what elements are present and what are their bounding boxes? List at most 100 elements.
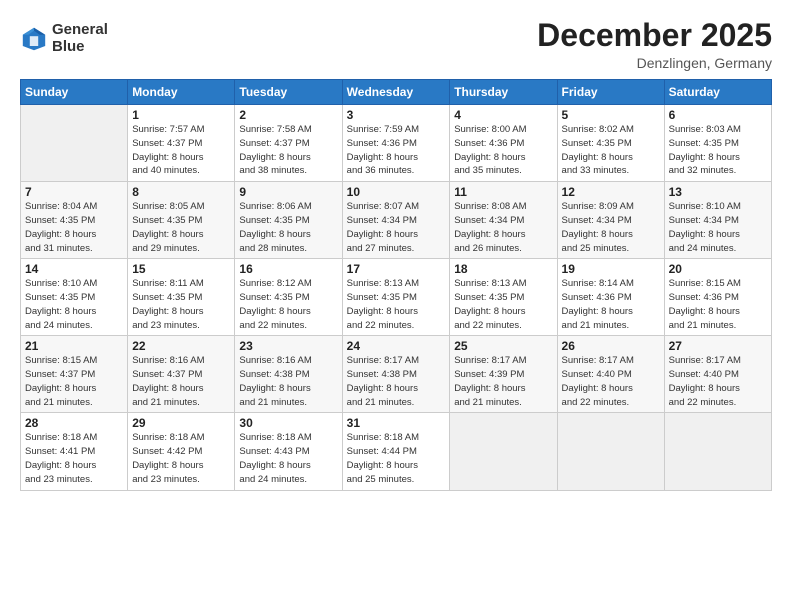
day-number: 22 (132, 339, 230, 353)
day-info: Sunrise: 8:13 AM Sunset: 4:35 PM Dayligh… (454, 277, 552, 332)
day-info: Sunrise: 8:00 AM Sunset: 4:36 PM Dayligh… (454, 123, 552, 178)
logo-line2: Blue (52, 39, 108, 56)
day-info: Sunrise: 8:17 AM Sunset: 4:38 PM Dayligh… (347, 354, 446, 409)
calendar-cell (21, 105, 128, 182)
day-number: 5 (562, 108, 660, 122)
day-info: Sunrise: 8:12 AM Sunset: 4:35 PM Dayligh… (239, 277, 337, 332)
calendar-cell: 18Sunrise: 8:13 AM Sunset: 4:35 PM Dayli… (450, 259, 557, 336)
day-number: 28 (25, 416, 123, 430)
day-info: Sunrise: 8:18 AM Sunset: 4:43 PM Dayligh… (239, 431, 337, 486)
day-info: Sunrise: 8:04 AM Sunset: 4:35 PM Dayligh… (25, 200, 123, 255)
calendar-cell: 4Sunrise: 8:00 AM Sunset: 4:36 PM Daylig… (450, 105, 557, 182)
day-number: 6 (669, 108, 767, 122)
calendar-cell: 31Sunrise: 8:18 AM Sunset: 4:44 PM Dayli… (342, 413, 450, 490)
calendar-cell: 14Sunrise: 8:10 AM Sunset: 4:35 PM Dayli… (21, 259, 128, 336)
title-block: December 2025 Denzlingen, Germany (537, 18, 772, 71)
day-number: 7 (25, 185, 123, 199)
day-number: 16 (239, 262, 337, 276)
calendar-cell: 5Sunrise: 8:02 AM Sunset: 4:35 PM Daylig… (557, 105, 664, 182)
logo-text: General Blue (52, 22, 108, 55)
calendar-cell: 25Sunrise: 8:17 AM Sunset: 4:39 PM Dayli… (450, 336, 557, 413)
calendar-cell: 19Sunrise: 8:14 AM Sunset: 4:36 PM Dayli… (557, 259, 664, 336)
day-info: Sunrise: 8:02 AM Sunset: 4:35 PM Dayligh… (562, 123, 660, 178)
logo: General Blue (20, 22, 108, 55)
calendar-cell: 8Sunrise: 8:05 AM Sunset: 4:35 PM Daylig… (128, 182, 235, 259)
calendar-cell: 24Sunrise: 8:17 AM Sunset: 4:38 PM Dayli… (342, 336, 450, 413)
day-number: 14 (25, 262, 123, 276)
day-number: 27 (669, 339, 767, 353)
day-info: Sunrise: 8:18 AM Sunset: 4:41 PM Dayligh… (25, 431, 123, 486)
day-info: Sunrise: 8:05 AM Sunset: 4:35 PM Dayligh… (132, 200, 230, 255)
day-number: 1 (132, 108, 230, 122)
month-title: December 2025 (537, 18, 772, 53)
calendar-cell: 11Sunrise: 8:08 AM Sunset: 4:34 PM Dayli… (450, 182, 557, 259)
weekday-header: Thursday (450, 80, 557, 105)
day-number: 2 (239, 108, 337, 122)
day-number: 21 (25, 339, 123, 353)
day-info: Sunrise: 8:14 AM Sunset: 4:36 PM Dayligh… (562, 277, 660, 332)
day-number: 20 (669, 262, 767, 276)
calendar-cell: 16Sunrise: 8:12 AM Sunset: 4:35 PM Dayli… (235, 259, 342, 336)
day-number: 11 (454, 185, 552, 199)
day-info: Sunrise: 8:17 AM Sunset: 4:40 PM Dayligh… (669, 354, 767, 409)
weekday-header: Tuesday (235, 80, 342, 105)
calendar-cell: 6Sunrise: 8:03 AM Sunset: 4:35 PM Daylig… (664, 105, 771, 182)
day-info: Sunrise: 8:06 AM Sunset: 4:35 PM Dayligh… (239, 200, 337, 255)
day-number: 30 (239, 416, 337, 430)
weekday-header: Wednesday (342, 80, 450, 105)
day-info: Sunrise: 8:03 AM Sunset: 4:35 PM Dayligh… (669, 123, 767, 178)
calendar-cell (557, 413, 664, 490)
day-number: 23 (239, 339, 337, 353)
day-number: 12 (562, 185, 660, 199)
day-info: Sunrise: 8:17 AM Sunset: 4:39 PM Dayligh… (454, 354, 552, 409)
day-info: Sunrise: 8:13 AM Sunset: 4:35 PM Dayligh… (347, 277, 446, 332)
calendar-cell: 12Sunrise: 8:09 AM Sunset: 4:34 PM Dayli… (557, 182, 664, 259)
day-info: Sunrise: 8:18 AM Sunset: 4:42 PM Dayligh… (132, 431, 230, 486)
day-number: 19 (562, 262, 660, 276)
header: General Blue December 2025 Denzlingen, G… (20, 18, 772, 71)
calendar-cell: 3Sunrise: 7:59 AM Sunset: 4:36 PM Daylig… (342, 105, 450, 182)
calendar-cell: 10Sunrise: 8:07 AM Sunset: 4:34 PM Dayli… (342, 182, 450, 259)
page: General Blue December 2025 Denzlingen, G… (0, 0, 792, 612)
day-number: 15 (132, 262, 230, 276)
weekday-header: Saturday (664, 80, 771, 105)
day-number: 9 (239, 185, 337, 199)
day-number: 3 (347, 108, 446, 122)
calendar-cell: 23Sunrise: 8:16 AM Sunset: 4:38 PM Dayli… (235, 336, 342, 413)
day-info: Sunrise: 7:59 AM Sunset: 4:36 PM Dayligh… (347, 123, 446, 178)
calendar-cell: 9Sunrise: 8:06 AM Sunset: 4:35 PM Daylig… (235, 182, 342, 259)
day-number: 17 (347, 262, 446, 276)
calendar-cell: 27Sunrise: 8:17 AM Sunset: 4:40 PM Dayli… (664, 336, 771, 413)
calendar-cell: 28Sunrise: 8:18 AM Sunset: 4:41 PM Dayli… (21, 413, 128, 490)
weekday-header: Monday (128, 80, 235, 105)
day-info: Sunrise: 8:16 AM Sunset: 4:37 PM Dayligh… (132, 354, 230, 409)
day-number: 31 (347, 416, 446, 430)
day-info: Sunrise: 8:09 AM Sunset: 4:34 PM Dayligh… (562, 200, 660, 255)
day-info: Sunrise: 8:15 AM Sunset: 4:36 PM Dayligh… (669, 277, 767, 332)
calendar-cell: 20Sunrise: 8:15 AM Sunset: 4:36 PM Dayli… (664, 259, 771, 336)
day-info: Sunrise: 7:58 AM Sunset: 4:37 PM Dayligh… (239, 123, 337, 178)
day-number: 25 (454, 339, 552, 353)
day-number: 4 (454, 108, 552, 122)
calendar-cell: 15Sunrise: 8:11 AM Sunset: 4:35 PM Dayli… (128, 259, 235, 336)
day-number: 18 (454, 262, 552, 276)
day-info: Sunrise: 8:10 AM Sunset: 4:34 PM Dayligh… (669, 200, 767, 255)
calendar-cell: 2Sunrise: 7:58 AM Sunset: 4:37 PM Daylig… (235, 105, 342, 182)
calendar-cell (450, 413, 557, 490)
calendar-cell: 22Sunrise: 8:16 AM Sunset: 4:37 PM Dayli… (128, 336, 235, 413)
weekday-header: Sunday (21, 80, 128, 105)
logo-line1: General (52, 22, 108, 39)
calendar-cell (664, 413, 771, 490)
location: Denzlingen, Germany (537, 55, 772, 71)
day-info: Sunrise: 8:18 AM Sunset: 4:44 PM Dayligh… (347, 431, 446, 486)
day-number: 10 (347, 185, 446, 199)
day-number: 8 (132, 185, 230, 199)
calendar-cell: 30Sunrise: 8:18 AM Sunset: 4:43 PM Dayli… (235, 413, 342, 490)
calendar-cell: 1Sunrise: 7:57 AM Sunset: 4:37 PM Daylig… (128, 105, 235, 182)
day-info: Sunrise: 8:11 AM Sunset: 4:35 PM Dayligh… (132, 277, 230, 332)
weekday-header: Friday (557, 80, 664, 105)
calendar-cell: 13Sunrise: 8:10 AM Sunset: 4:34 PM Dayli… (664, 182, 771, 259)
day-info: Sunrise: 8:15 AM Sunset: 4:37 PM Dayligh… (25, 354, 123, 409)
calendar: SundayMondayTuesdayWednesdayThursdayFrid… (20, 79, 772, 490)
calendar-cell: 21Sunrise: 8:15 AM Sunset: 4:37 PM Dayli… (21, 336, 128, 413)
